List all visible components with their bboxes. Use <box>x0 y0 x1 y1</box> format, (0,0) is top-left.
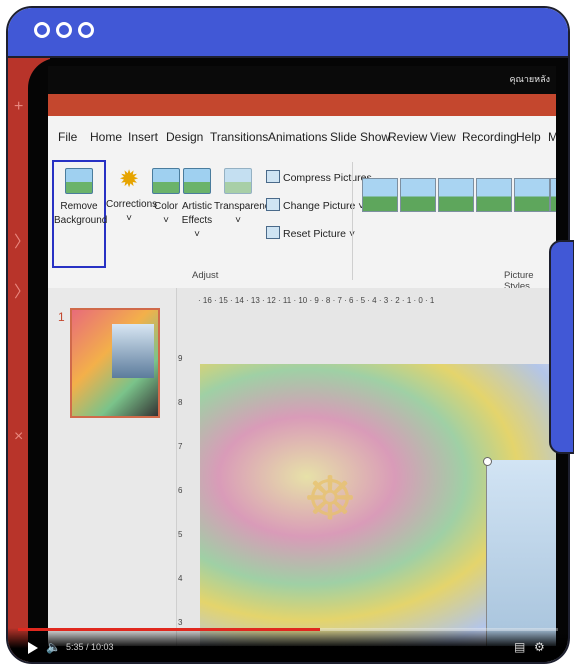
window-dot-1[interactable] <box>34 22 50 38</box>
transparency-button[interactable]: Transparency ˅ <box>214 168 275 228</box>
side-tab[interactable] <box>549 240 574 454</box>
picture-style-6[interactable] <box>550 178 556 212</box>
change-picture-button[interactable]: Change Picture ˅ <box>266 198 364 212</box>
slide-canvas[interactable]: ☸ <box>200 364 556 646</box>
slide-thumbnail-pane: 1 <box>48 288 177 646</box>
compress-icon <box>266 170 280 183</box>
reset-picture-icon <box>266 226 280 239</box>
resize-handle[interactable] <box>483 457 492 466</box>
horizontal-ruler: · 16 · 15 · 14 · 13 · 12 · 11 · 10 · 9 ·… <box>198 296 435 305</box>
corrections-button[interactable]: ✹ Corrections ˅ <box>106 166 157 226</box>
picture-style-5[interactable] <box>514 178 550 212</box>
time-display: 5:35 / 10:03 <box>66 642 114 652</box>
window-dot-2[interactable] <box>56 22 72 38</box>
window-titlebar <box>8 8 568 58</box>
artistic-effects-button[interactable]: Artistic Effects ˅ <box>180 168 214 242</box>
settings-gear-icon[interactable]: ⚙ <box>534 640 545 654</box>
emblem-image: ☸ <box>303 465 357 532</box>
picture-format-ribbon: Remove Background ✹ Corrections ˅ Color … <box>48 158 556 292</box>
menu-help[interactable]: Help <box>516 130 541 144</box>
progress-fill <box>18 628 321 631</box>
decor-chevron-icon: 〉 <box>14 284 31 301</box>
selected-photo[interactable] <box>486 460 556 646</box>
menu-recording[interactable]: Recording <box>462 130 517 144</box>
remove-background-button[interactable]: Remove Background <box>54 168 107 228</box>
menu-view[interactable]: View <box>430 130 456 144</box>
menu-insert[interactable]: Insert <box>128 130 158 144</box>
slide-number: 1 <box>58 310 65 324</box>
volume-icon[interactable]: 🔈 <box>46 640 61 654</box>
decor-cross-icon: × <box>14 428 24 445</box>
color-button[interactable]: Color ˅ <box>152 168 180 228</box>
menu-file[interactable]: File <box>58 130 77 144</box>
transparency-icon <box>224 168 252 194</box>
remove-background-icon <box>65 168 93 194</box>
compress-pictures-button[interactable]: Compress Pictures <box>266 170 372 184</box>
decor-cross-icon: + <box>14 98 24 115</box>
red-side-panel: + 〉 〉 × <box>8 58 68 662</box>
ppt-owner-name: คุณายหลัง <box>509 74 550 84</box>
captions-icon[interactable]: ▤ <box>514 640 525 654</box>
progress-bar[interactable] <box>18 628 558 631</box>
picture-style-2[interactable] <box>400 178 436 212</box>
slide-thumbnail[interactable] <box>70 308 160 418</box>
color-icon <box>152 168 180 194</box>
picture-style-1[interactable] <box>362 178 398 212</box>
menu-review[interactable]: Review <box>388 130 427 144</box>
menu-slide-show[interactable]: Slide Show <box>330 130 390 144</box>
change-picture-icon <box>266 198 280 211</box>
ppt-menu-bar: File Home Insert Design Transitions Anim… <box>48 116 556 158</box>
window-frame: + 〉 〉 × คุณายหลัง File Home Insert Desig… <box>6 6 570 664</box>
menu-transitions[interactable]: Transitions <box>210 130 268 144</box>
picture-style-4[interactable] <box>476 178 512 212</box>
play-icon[interactable] <box>28 642 38 654</box>
menu-design[interactable]: Design <box>166 130 203 144</box>
artistic-effects-icon <box>183 168 211 194</box>
powerpoint-video[interactable]: คุณายหลัง File Home Insert Design Transi… <box>48 66 556 646</box>
menu-home[interactable]: Home <box>90 130 122 144</box>
adjust-group-label: Adjust <box>192 270 219 281</box>
reset-picture-button[interactable]: Reset Picture ˅ <box>266 226 355 240</box>
menu-more[interactable]: M <box>548 130 556 144</box>
corrections-sun-icon: ✹ <box>118 166 140 193</box>
ppt-workspace: 1 · 16 · 15 · 14 · 13 · 12 · 11 · 10 · 9… <box>48 288 556 646</box>
menu-animations[interactable]: Animations <box>268 130 327 144</box>
vertical-ruler: 9 8 7 6 5 4 3 <box>178 354 183 627</box>
video-content: + 〉 〉 × คุณายหลัง File Home Insert Desig… <box>8 58 568 662</box>
ppt-quick-access-bar <box>48 94 556 116</box>
picture-style-3[interactable] <box>438 178 474 212</box>
decor-chevron-icon: 〉 <box>14 234 31 251</box>
video-player-controls: 🔈 5:35 / 10:03 ▤ ⚙ <box>8 628 568 662</box>
window-dot-3[interactable] <box>78 22 94 38</box>
